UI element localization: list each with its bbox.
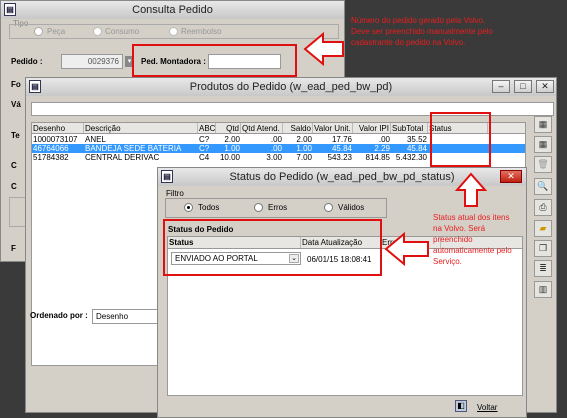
cell-valor-unit: 543.23: [327, 153, 352, 162]
cell-qtd: 10.00: [219, 153, 240, 162]
col-abc[interactable]: ABC: [198, 123, 216, 133]
annotation-box-status-pedido: [163, 219, 382, 276]
cell-abc: C?: [199, 144, 210, 153]
cell-valor-unit: 45.84: [331, 144, 352, 153]
cell-saldo: 1.00: [296, 144, 312, 153]
cell-qtd: 2.00: [224, 135, 240, 144]
window-title: Produtos do Pedido (w_ead_ped_bw_pd): [189, 81, 393, 93]
cell-abc: C4: [199, 153, 210, 162]
grid-icon[interactable]: ▦: [534, 116, 552, 133]
side-label-f: F: [11, 244, 16, 253]
print-icon[interactable]: ⎙: [534, 199, 552, 216]
produtos-titlebar: ▤ Produtos do Pedido (w_ead_ped_bw_pd) –…: [26, 78, 556, 96]
window-title: Status do Pedido (w_ead_ped_bw_pd_status…: [229, 171, 455, 183]
list-icon[interactable]: ≣: [534, 260, 552, 277]
filtro-option-erros: Erros: [268, 203, 288, 212]
app-icon: ▤: [29, 80, 41, 93]
consulta-pedido-titlebar: ▤ Consulta Pedido: [1, 1, 344, 19]
col-valor-ipi[interactable]: Valor IPI: [353, 123, 391, 133]
cell-qtd-atend: .00: [270, 144, 282, 153]
tipo-option-reembolso: Reembolso: [181, 27, 222, 36]
app-icon: ▤: [161, 170, 173, 183]
ordenado-label: Ordenado por :: [30, 311, 88, 320]
annotation-box-status-column: [430, 112, 491, 167]
tipo-radio-reembolso[interactable]: [169, 27, 178, 36]
cell-subtotal: 35.52: [406, 135, 427, 144]
cell-descricao: BANDEJA SEDE BATERIA: [85, 144, 182, 153]
annotation-note-status: Status atual dos itens na Volvo. Será pr…: [433, 213, 512, 266]
cell-desenho: 51784382: [33, 153, 69, 162]
tipo-radio-consumo[interactable]: [93, 27, 102, 36]
cell-valor-unit: 17.76: [331, 135, 352, 144]
cell-valor-ipi: 814.85: [365, 153, 390, 162]
col-valor-unit[interactable]: Valor Unit.: [313, 123, 353, 133]
cell-subtotal: 45.84: [406, 144, 427, 153]
cell-descricao: ANEL: [85, 135, 106, 144]
col-subtotal[interactable]: SubTotal: [391, 123, 428, 133]
annotation-arrow-left-bottom: [384, 232, 429, 266]
cell-descricao: CENTRAL DERIVAC: [85, 153, 160, 162]
cell-valor-ipi: 2.29: [374, 144, 390, 153]
close-button[interactable]: ✕: [536, 80, 554, 93]
cell-saldo: 7.00: [296, 153, 312, 162]
side-label-va: Vá: [11, 100, 21, 109]
pedido-field[interactable]: 0029376: [61, 54, 123, 69]
side-label-te: Te: [11, 131, 20, 140]
tipo-radio-peca[interactable]: [34, 27, 43, 36]
cell-desenho: 46764066: [33, 144, 69, 153]
filtro-label: Filtro: [166, 189, 184, 198]
side-label-c1: C: [11, 161, 17, 170]
filtro-radio-todos[interactable]: [184, 203, 193, 212]
annotation-arrow-up: [455, 172, 487, 207]
tipo-option-consumo: Consumo: [105, 27, 140, 36]
col-descricao[interactable]: Descrição: [84, 123, 198, 133]
filtro-radio-validos[interactable]: [324, 203, 333, 212]
side-label-c2: C: [11, 182, 17, 191]
filtro-option-validos: Válidos: [338, 203, 365, 212]
col-qtd[interactable]: Qtd: [216, 123, 241, 133]
cell-qtd-atend: 3.00: [266, 153, 282, 162]
pedido-label: Pedido :: [11, 57, 43, 66]
voltar-button[interactable]: ◧ Voltar: [455, 399, 497, 415]
cell-qtd-atend: .00: [270, 135, 282, 144]
filtro-option-todos: Todos: [198, 203, 220, 212]
cell-subtotal: 5.432.30: [395, 153, 427, 162]
filtro-radio-erros[interactable]: [254, 203, 263, 212]
col-saldo[interactable]: Saldo: [283, 123, 313, 133]
tipo-option-peca: Peça: [47, 27, 66, 36]
side-label-fo: Fo: [11, 80, 21, 89]
cell-valor-ipi: .00: [378, 135, 390, 144]
annotation-box-montadora: [132, 44, 297, 77]
cell-abc: C?: [199, 135, 210, 144]
back-icon: ◧: [455, 400, 467, 412]
preview-icon[interactable]: 🔍: [534, 178, 552, 195]
window-title: Consulta Pedido: [132, 4, 213, 16]
folder-icon[interactable]: ▰: [534, 220, 552, 237]
col-desenho[interactable]: Desenho: [32, 123, 84, 133]
copy-icon[interactable]: ❐: [534, 240, 552, 257]
trash-icon[interactable]: 🗑: [534, 156, 552, 173]
cell-qtd: 1.00: [224, 144, 240, 153]
produtos-toolbar: ▦ ▦ 🗑 🔍 ⎙ ▰ ❐ ≣ ▥: [531, 114, 555, 300]
col-qtd-atend[interactable]: Qtd Atend.: [241, 123, 283, 133]
grid-icon[interactable]: ▦: [534, 136, 552, 153]
cell-desenho: 1000073107: [33, 135, 78, 144]
voltar-label: Voltar: [477, 403, 498, 412]
minimize-button[interactable]: –: [492, 80, 510, 93]
annotation-arrow-left-top: [303, 32, 344, 66]
cell-saldo: 2.00: [296, 135, 312, 144]
annotation-note-pedido-montadora: Número do pedido gerado pela Volvo. Deve…: [351, 16, 493, 47]
chart-icon[interactable]: ▥: [534, 281, 552, 298]
app-icon: ▤: [4, 3, 16, 16]
maximize-button[interactable]: □: [514, 80, 532, 93]
close-button[interactable]: ✕: [500, 170, 522, 183]
